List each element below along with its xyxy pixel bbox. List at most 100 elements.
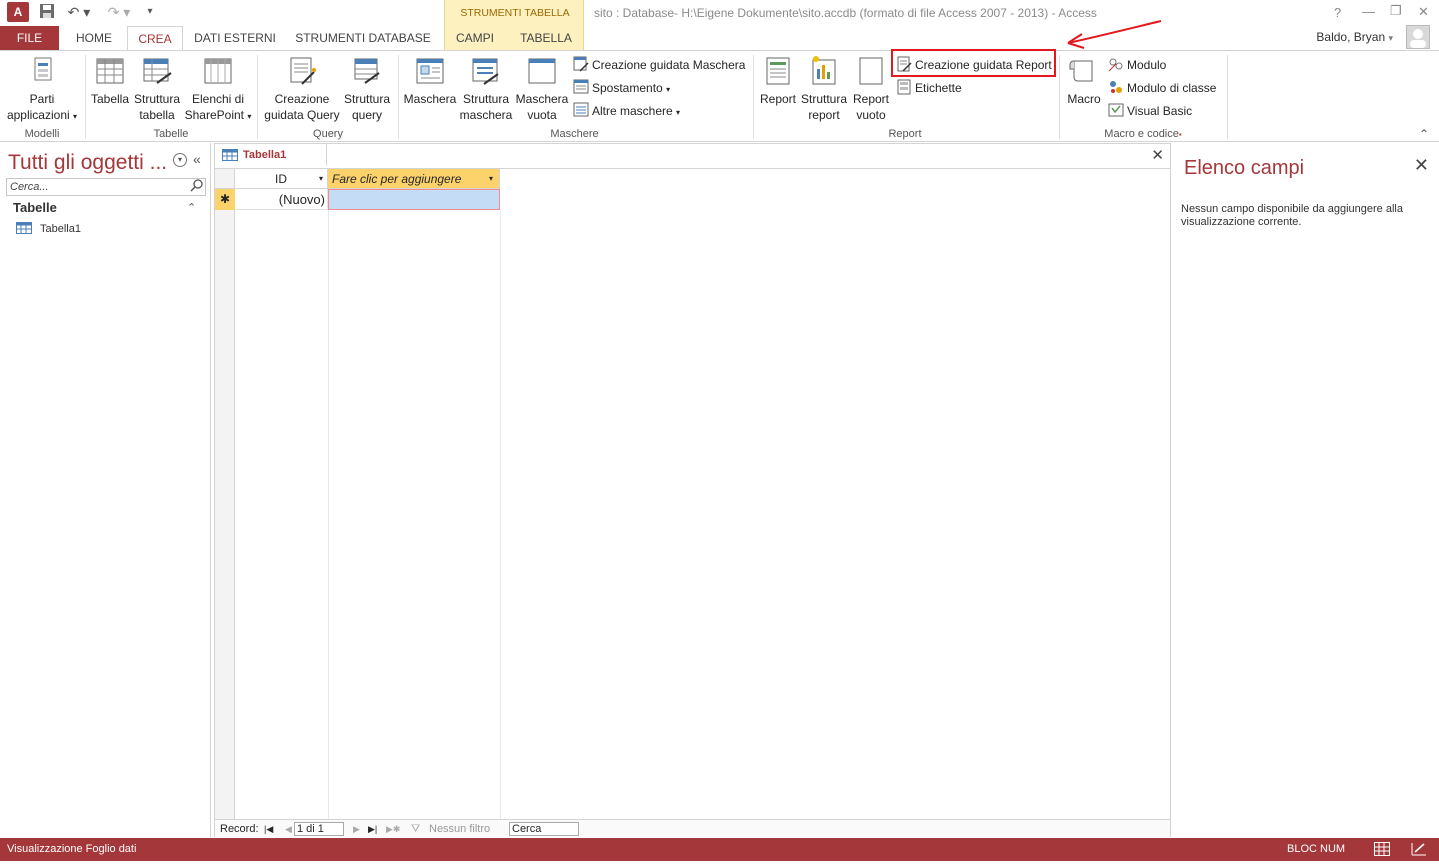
- undo-icon[interactable]: ↶ ▾: [66, 3, 92, 21]
- nav-search-input[interactable]: Cerca...: [6, 178, 206, 196]
- form-wizard-icon: [573, 56, 589, 72]
- previous-record-button[interactable]: ◀: [285, 820, 292, 838]
- restore-button[interactable]: ❐: [1390, 3, 1402, 19]
- parti-applicazioni-button[interactable]: Parti applicazioni ▾: [4, 55, 80, 125]
- cell-new-id[interactable]: (Nuovo): [235, 189, 328, 210]
- record-position-input[interactable]: 1 di 1: [294, 822, 344, 836]
- redo-icon[interactable]: ↷ ▾: [106, 3, 132, 21]
- class-module-icon: [1110, 81, 1122, 93]
- blank-form-icon: [528, 58, 556, 84]
- etichette-button[interactable]: Etichette: [896, 78, 962, 98]
- group-label-maschere: Maschere: [550, 128, 599, 140]
- modulo-button[interactable]: Modulo: [1108, 55, 1166, 75]
- nav-item-tabella1[interactable]: Tabella1: [16, 222, 81, 235]
- document-tab-tabella1[interactable]: Tabella1: [215, 144, 327, 166]
- datasheet-view-icon[interactable]: [1374, 842, 1390, 865]
- title-bar: A ↶ ▾ ↷ ▾ ▾ STRUMENTI TABELLA sito : Dat…: [0, 0, 1439, 50]
- nav-menu-dropdown-icon[interactable]: ▾: [173, 153, 187, 167]
- new-record-marker[interactable]: ✱: [215, 189, 235, 210]
- spostamento-button[interactable]: Spostamento ▾: [573, 78, 670, 98]
- close-field-list-button[interactable]: ✕: [1414, 155, 1429, 176]
- struttura-query-button[interactable]: Struttura query: [342, 55, 392, 123]
- report-icon: [766, 57, 790, 85]
- macro-button[interactable]: Macro: [1063, 55, 1105, 107]
- maschera-vuota-button[interactable]: Maschera vuota: [514, 55, 570, 123]
- window-title: sito : Database- H:\Eigene Dokumente\sit…: [594, 6, 1097, 20]
- table-icon: [16, 222, 32, 234]
- group-label-query: Query: [313, 128, 343, 140]
- first-record-button[interactable]: |◀: [264, 820, 273, 838]
- nav-pane-title[interactable]: Tutti gli oggetti ...: [8, 151, 167, 175]
- labels-icon: [897, 79, 911, 95]
- report-design-icon: [812, 56, 836, 85]
- column-header-id[interactable]: ID ▾: [235, 169, 328, 189]
- ribbon: Parti applicazioni ▾ Modelli Tabella Str…: [0, 50, 1439, 142]
- collapse-category-icon[interactable]: ⌃: [187, 201, 196, 214]
- tab-strumenti-database[interactable]: STRUMENTI DATABASE: [288, 26, 438, 50]
- tab-campi[interactable]: CAMPI: [444, 26, 506, 50]
- group-label-tabelle: Tabelle: [153, 128, 189, 140]
- altre-maschere-button[interactable]: Altre maschere ▾: [573, 101, 680, 121]
- collapse-ribbon-icon[interactable]: ⌃: [1419, 127, 1429, 141]
- help-button[interactable]: ?: [1334, 5, 1341, 20]
- tab-crea[interactable]: CREA: [127, 26, 183, 51]
- report-button[interactable]: Report: [757, 55, 799, 107]
- close-document-button[interactable]: ✕: [1151, 146, 1164, 164]
- visual-basic-icon: [1108, 103, 1124, 117]
- module-icon: [1108, 58, 1123, 72]
- access-app-icon[interactable]: A: [7, 2, 29, 22]
- collapse-nav-pane-icon[interactable]: «: [193, 151, 201, 167]
- struttura-tabella-button[interactable]: Struttura tabella: [133, 55, 181, 123]
- creazione-guidata-maschera-button[interactable]: Creazione guidata Maschera: [573, 55, 745, 75]
- struttura-report-button[interactable]: Struttura report: [800, 55, 848, 123]
- filter-icon[interactable]: ⛛: [411, 820, 420, 838]
- last-record-button[interactable]: ▶|: [368, 820, 377, 838]
- visual-basic-button[interactable]: Visual Basic: [1108, 101, 1192, 121]
- creazione-guidata-query-button[interactable]: Creazione guidata Query: [261, 55, 343, 123]
- next-record-button[interactable]: ▶: [353, 820, 360, 838]
- tab-file[interactable]: FILE: [0, 26, 59, 50]
- field-list-message: Nessun campo disponibile da aggiungere a…: [1181, 203, 1403, 228]
- column-header-add-field[interactable]: Fare clic per aggiungere ▾: [328, 169, 500, 189]
- struttura-maschera-button[interactable]: Struttura maschera: [459, 55, 513, 123]
- row-selector-column[interactable]: [215, 169, 235, 819]
- datasheet: ID ▾ Fare clic per aggiungere ▾ ✱ (Nuovo…: [215, 168, 1170, 819]
- tab-dati-esterni[interactable]: DATI ESTERNI: [186, 26, 284, 50]
- navigation-pane: Tutti gli oggetti ... ▾ « Cerca... Tabel…: [0, 143, 211, 837]
- status-view-label: Visualizzazione Foglio dati: [7, 843, 137, 855]
- filter-status[interactable]: Nessun filtro: [429, 820, 490, 838]
- field-list-title: Elenco campi: [1184, 157, 1305, 179]
- record-label: Record:: [220, 823, 259, 835]
- document-area: Tabella1 ✕ ID ▾ Fare clic per aggiungere…: [214, 143, 1171, 837]
- maschera-button[interactable]: Maschera: [402, 55, 458, 107]
- ribbon-tabs: FILE HOME CREA DATI ESTERNI STRUMENTI DA…: [0, 26, 1439, 51]
- user-name[interactable]: Baldo, Bryan ▾: [1316, 30, 1393, 44]
- annotation-arrow: [1067, 20, 1162, 49]
- tab-tabella[interactable]: TABELLA: [510, 26, 582, 50]
- annotation-highlight-box: [891, 49, 1056, 77]
- elenchi-sharepoint-button[interactable]: Elenchi di SharePoint ▾: [183, 55, 253, 125]
- context-group-label: STRUMENTI TABELLA: [460, 7, 570, 19]
- num-lock-indicator: BLOC NUM: [1287, 843, 1346, 855]
- customize-qat-icon[interactable]: ▾: [144, 3, 156, 21]
- save-icon[interactable]: [38, 3, 56, 21]
- table-icon: [222, 149, 238, 161]
- tabella-button[interactable]: Tabella: [89, 55, 131, 107]
- column-sort-dropdown-icon[interactable]: ▾: [319, 169, 323, 189]
- macro-icon: [1069, 60, 1093, 82]
- more-forms-icon: [573, 102, 589, 117]
- group-label-macro: Macro e codice▪: [1104, 128, 1182, 140]
- add-field-dropdown-icon[interactable]: ▾: [489, 169, 493, 189]
- tab-home[interactable]: HOME: [62, 26, 126, 50]
- record-search-input[interactable]: Cerca: [509, 822, 579, 836]
- modulo-di-classe-button[interactable]: Modulo di classe: [1108, 78, 1216, 98]
- close-window-button[interactable]: ✕: [1418, 4, 1429, 20]
- cell-new-field[interactable]: [328, 189, 500, 210]
- nav-category-tabelle[interactable]: Tabelle: [13, 200, 57, 215]
- select-all-corner[interactable]: [215, 169, 235, 189]
- minimize-button[interactable]: —: [1362, 4, 1375, 19]
- avatar[interactable]: [1406, 25, 1430, 49]
- report-vuoto-button[interactable]: Report vuoto: [850, 55, 892, 123]
- design-view-icon[interactable]: [1411, 842, 1427, 865]
- new-record-button[interactable]: ▶✱: [386, 820, 400, 838]
